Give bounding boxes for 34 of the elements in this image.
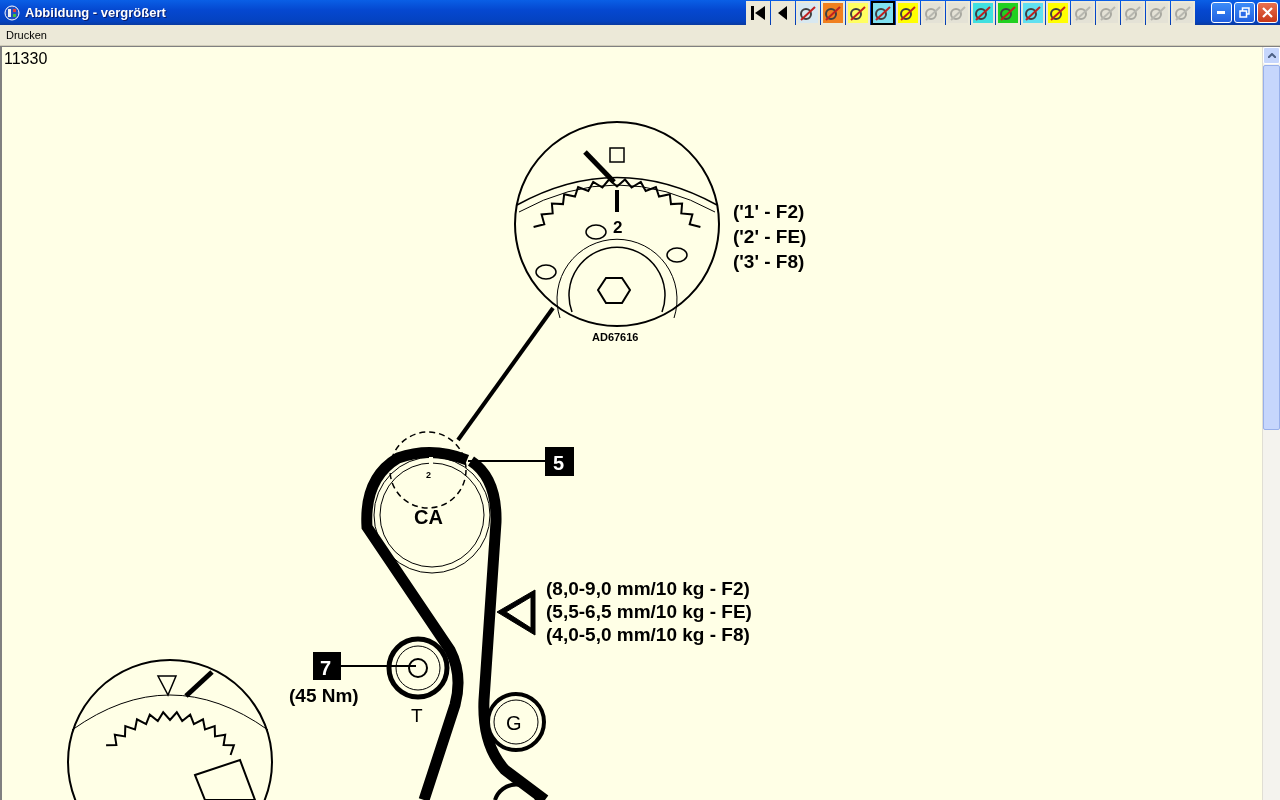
- callout-background: [313, 652, 341, 680]
- torque-value: (45 Nm): [289, 685, 359, 706]
- belt-mark: 2: [426, 470, 431, 480]
- variant-code: ('3' - F8): [733, 251, 805, 272]
- pulley-label: CA: [414, 506, 443, 528]
- restore-button[interactable]: [1234, 2, 1255, 23]
- tension-spec: (8,0-9,0 mm/10 kg - F2): [546, 578, 750, 599]
- callout-number: 5: [553, 452, 565, 474]
- minimize-button[interactable]: [1211, 2, 1232, 23]
- tension-spec: (5,5-6,5 mm/10 kg - FE): [546, 601, 752, 622]
- close-icon: [1262, 7, 1273, 18]
- tension-spec: (4,0-5,0 mm/10 kg - F8): [546, 624, 750, 645]
- minimize-icon: [1217, 11, 1226, 14]
- pulley-label: T: [411, 705, 423, 726]
- first-page-button[interactable]: [746, 0, 770, 25]
- figure-number: 11330: [4, 50, 48, 68]
- vertical-scrollbar[interactable]: [1262, 47, 1280, 800]
- caret-up-icon: [1267, 53, 1276, 58]
- variant-code: ('1' - F2): [733, 201, 805, 222]
- window-title: Abbildung - vergrößert: [25, 5, 166, 20]
- scroll-up-button[interactable]: [1263, 47, 1280, 64]
- restore-icon: [1239, 7, 1250, 18]
- variant-code: ('2' - FE): [733, 226, 807, 247]
- callout-background: [545, 447, 574, 476]
- callout-number: 7: [320, 657, 332, 679]
- pulley-label: G: [506, 712, 522, 734]
- tension-arrow-icon: [496, 589, 536, 636]
- previous-button[interactable]: [771, 0, 795, 25]
- drawing-reference: AD67616: [592, 331, 639, 343]
- close-button[interactable]: [1257, 2, 1278, 23]
- scroll-thumb[interactable]: [1263, 65, 1280, 430]
- menu-item[interactable]: Drucken: [1, 29, 52, 41]
- mark-number: 2: [613, 218, 623, 237]
- app-icon: [4, 4, 20, 21]
